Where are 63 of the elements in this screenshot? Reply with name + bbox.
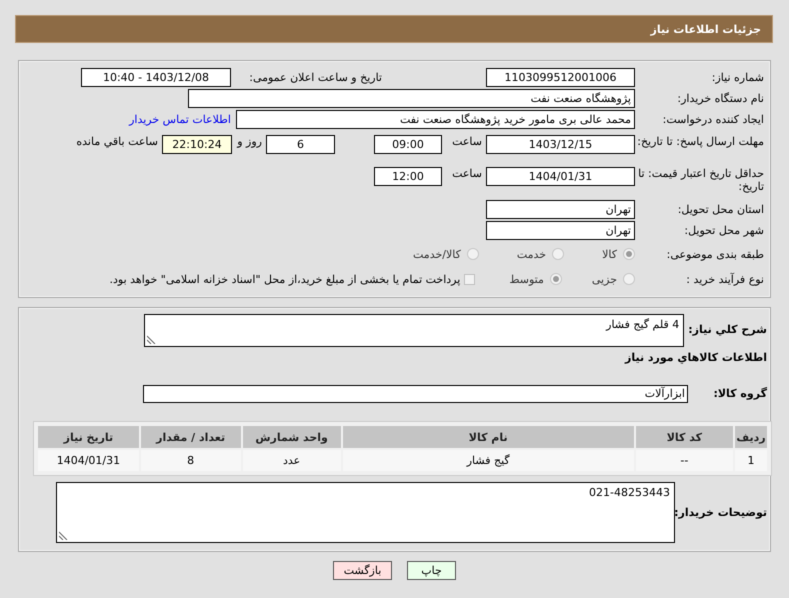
column-header: واحد شمارش (242, 426, 341, 448)
input-field: 09:00 (374, 135, 442, 154)
radio-button[interactable] (552, 248, 564, 260)
checkbox[interactable] (464, 274, 476, 284)
input-field: 1404/01/31 (486, 167, 635, 186)
table-cell: 8 (140, 450, 241, 471)
countdown-field: 22:10:24 (162, 135, 232, 154)
field-label: شرح کلي نیاز: (688, 323, 768, 336)
resize-grip-icon[interactable] (59, 531, 68, 540)
field-label: ساعت (451, 135, 482, 148)
text-area[interactable]: 021-48253443 (56, 482, 675, 543)
radio-button[interactable] (623, 248, 635, 260)
field-label: استان محل تحویل: (676, 203, 765, 216)
input-field: محمد عالی بری مامور خرید پژوهشگاه صنعت نفت (236, 110, 635, 129)
table-cell: 1404/01/31 (38, 450, 139, 471)
table-cell: عدد (242, 450, 341, 471)
field-label: حداقل تاریخ اعتبار قیمت: تا تاریخ: (637, 167, 765, 193)
input-field: ابزارآلات (143, 384, 688, 402)
input-field: 12:00 (374, 167, 442, 186)
field-label: طبقه بندی موضوعی: (666, 248, 765, 260)
option-label: کالا (602, 248, 617, 260)
radio-button[interactable] (623, 273, 635, 285)
input-field: پژوهشگاه صنعت نفت (188, 89, 635, 108)
note-text: پرداخت تمام یا بخشی از مبلغ خرید،از محل "اسناد خزانه اسلامی" خواهد بود. (110, 272, 460, 286)
input-field: 6 (266, 135, 335, 154)
field-label: ساعت (451, 167, 482, 180)
column-header: تاریخ نیاز (38, 426, 139, 448)
field-label: شهر محل تحویل: (683, 224, 765, 237)
option-label: متوسط (509, 272, 544, 286)
option-label: کالا/خدمت (413, 248, 461, 260)
field-label: نوع فرآیند خرید : (685, 272, 765, 286)
option-label: جزیی (592, 272, 617, 286)
radio-button[interactable] (550, 273, 562, 285)
radio-button[interactable] (466, 248, 479, 260)
column-header: نام کالا (342, 426, 634, 448)
text-area[interactable]: 4 قلم گیج فشار (144, 314, 684, 347)
field-label: تاریخ و ساعت اعلان عمومی: (249, 71, 382, 84)
option-label: خدمت (516, 248, 546, 260)
field-label: نام دستگاه خریدار: (676, 92, 765, 105)
table-cell: -- (636, 450, 734, 471)
section-heading: اطلاعات کالاهاي مورد نیاز (624, 351, 768, 364)
column-header: تعداد / مقدار (140, 426, 241, 448)
field-label: ساعت باقي مانده (76, 135, 158, 148)
input-field: 1403/12/15 (486, 135, 635, 154)
contact-link[interactable]: اطلاعات تماس خریدار (129, 113, 231, 126)
field-label: روز و (236, 135, 262, 148)
table-cell: گیج فشار (342, 450, 634, 471)
field-label: ایجاد کننده درخواست: (662, 113, 765, 126)
input-field: 1403/12/08 - 10:40 (81, 68, 231, 87)
column-header: کد کالا (636, 426, 734, 448)
back-button[interactable]: بازگشت (333, 561, 392, 580)
input-field: تهران (486, 221, 635, 240)
column-header: ردیف (735, 426, 767, 448)
field-label: مهلت ارسال پاسخ: تا تاریخ: (636, 135, 765, 148)
field-label: توضیحات خریدار: (675, 506, 768, 519)
input-field: تهران (486, 200, 635, 219)
field-label: گروه کالا: (712, 387, 768, 400)
input-field: 1103099512001006 (486, 68, 635, 87)
print-button[interactable]: چاپ (407, 561, 456, 580)
page-title-bar: جزئیات اطلاعات نیاز (15, 15, 773, 43)
table-cell: 1 (735, 450, 767, 471)
field-label: شماره نیاز: (710, 71, 765, 84)
resize-grip-icon[interactable] (147, 335, 156, 344)
